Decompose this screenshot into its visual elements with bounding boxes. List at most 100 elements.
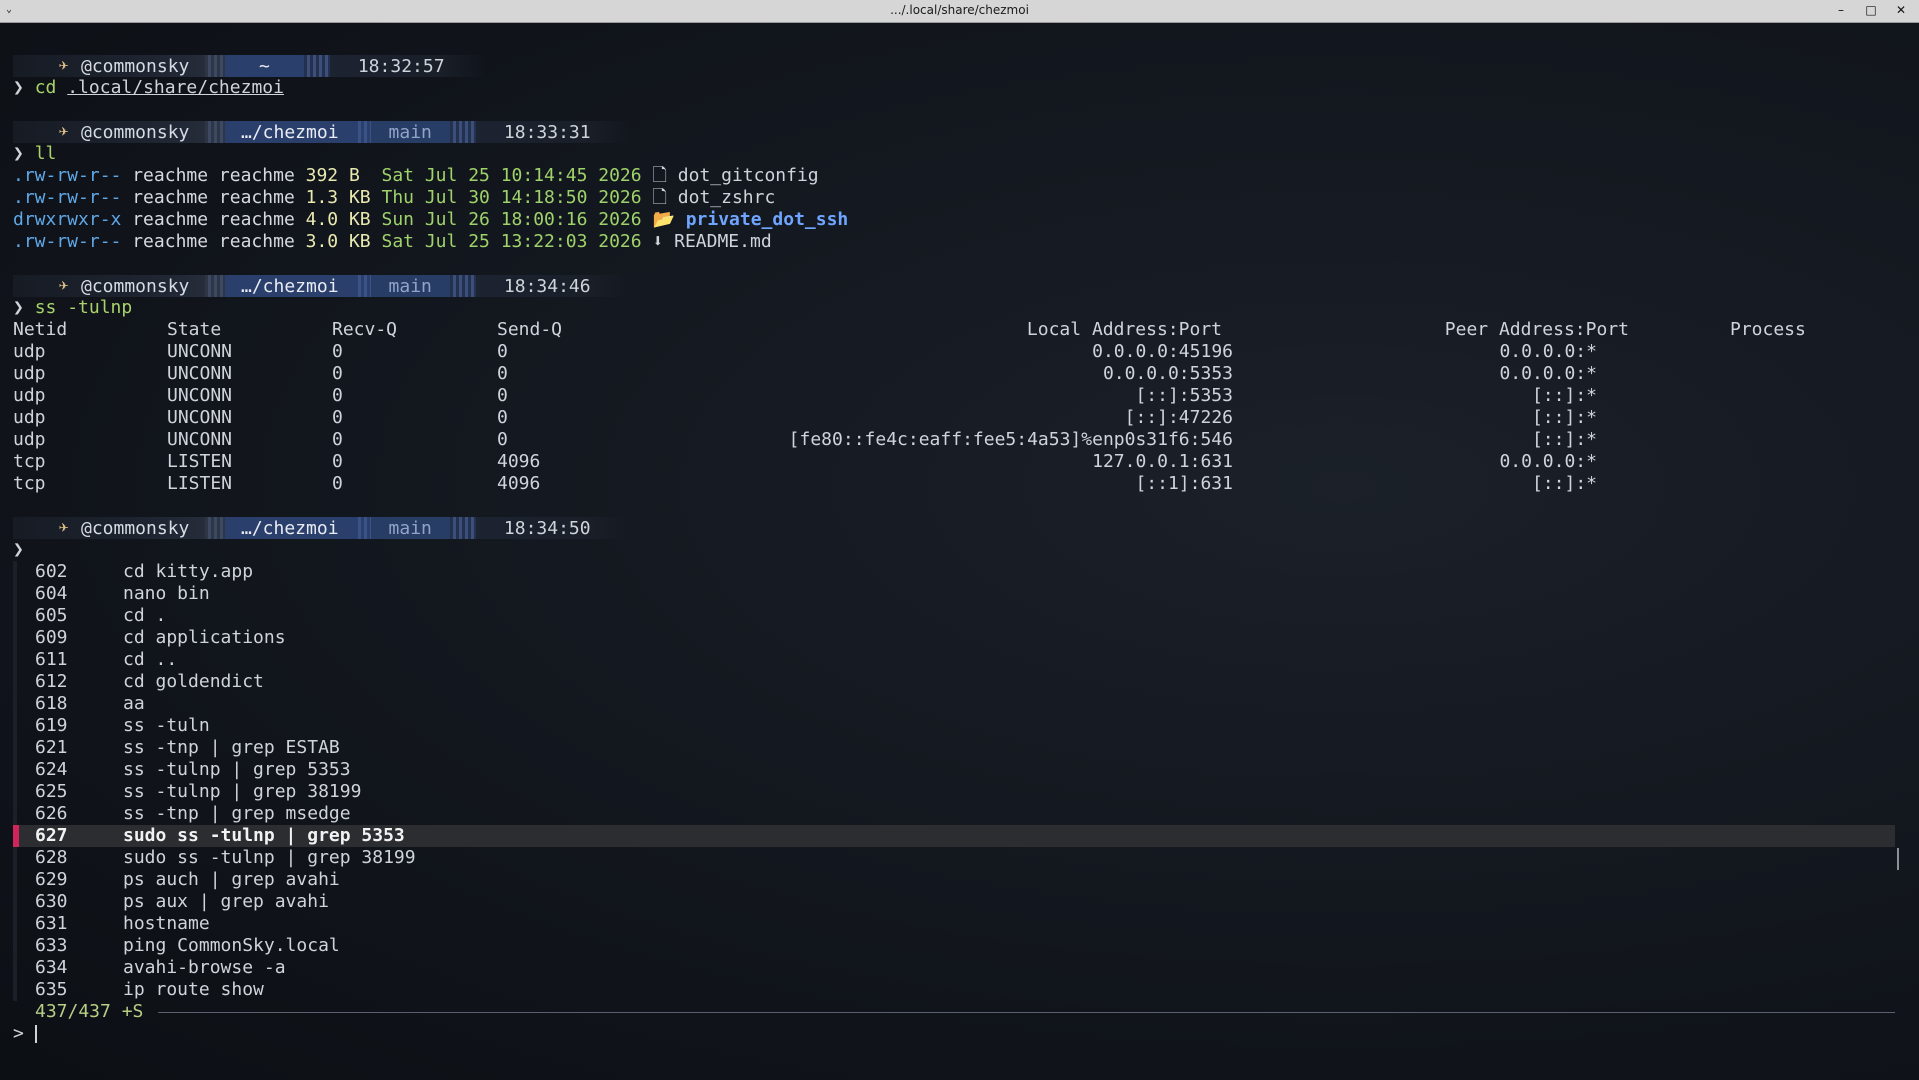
history-item[interactable]: 626 ss -tnp | grep msedge	[35, 803, 351, 825]
command-line: ❯ ll	[13, 143, 56, 165]
history-item[interactable]: 609 cd applications	[35, 627, 286, 649]
prompt-separator	[354, 275, 371, 297]
prompt-separator	[205, 55, 225, 77]
maximize-icon[interactable]: □	[1857, 1, 1885, 19]
ss-header-cell: Recv-Q	[332, 319, 398, 340]
ss-cell: [::]:*	[1531, 429, 1597, 450]
ss-cell: UNCONN	[167, 363, 233, 384]
history-command: avahi-browse -a	[123, 957, 286, 978]
file-permissions: .rw-rw-r--	[13, 187, 122, 208]
prompt-username: @commonsky	[81, 517, 190, 539]
ss-cell: 0	[332, 407, 343, 428]
ss-cell: 0	[497, 341, 508, 362]
history-match-counter: 437/437 +S	[35, 1001, 144, 1022]
history-item[interactable]: 619 ss -tuln	[35, 715, 210, 737]
close-icon[interactable]: ✕	[1887, 1, 1915, 19]
ss-cell: [::1]:631	[1135, 473, 1233, 494]
file-icon: 🗋	[652, 165, 667, 186]
file-group: reachme	[218, 209, 295, 230]
history-item[interactable]: 633 ping CommonSky.local	[35, 935, 340, 957]
ss-cell: 0.0.0.0:5353	[1102, 363, 1233, 384]
prompt-user-segment: ✈ @commonsky	[13, 55, 205, 77]
ss-header-cell: Send-Q	[497, 319, 563, 340]
history-item[interactable]: 628 sudo ss -tulnp | grep 38199	[35, 847, 416, 869]
download-icon: ⬇	[652, 231, 664, 252]
file-owner: reachme	[132, 209, 209, 230]
ss-table-row: udp UNCONN 0 0 [::]:47226 [::]:*	[0, 407, 1900, 429]
history-item[interactable]: 629 ps auch | grep avahi	[35, 869, 340, 891]
file-date: Sat Jul 25 13:22:03 2026	[381, 231, 642, 252]
history-item[interactable]: 621 ss -tnp | grep ESTAB	[35, 737, 340, 759]
history-command: ip route show	[123, 979, 264, 1000]
history-item[interactable]: 611 cd ..	[35, 649, 177, 671]
prompt-directory: …/chezmoi	[225, 517, 355, 539]
file-name[interactable]: README.md	[674, 231, 772, 252]
ss-table-row: udp UNCONN 0 0 0.0.0.0:45196 0.0.0.0:*	[0, 341, 1900, 363]
ss-cell: 127.0.0.1:631	[1092, 451, 1233, 472]
minimize-icon[interactable]: –	[1827, 1, 1855, 19]
history-command: cd goldendict	[123, 671, 264, 692]
prompt-arrow: ❯	[13, 77, 35, 98]
history-item[interactable]: 625 ss -tulnp | grep 38199	[35, 781, 361, 803]
history-item[interactable]: 604 nano bin	[35, 583, 210, 605]
ss-cell: 0	[332, 473, 343, 494]
ss-cell: 4096	[497, 473, 541, 494]
file-name[interactable]: private_dot_ssh	[686, 209, 849, 230]
history-number: 629	[35, 869, 68, 890]
history-item[interactable]: 627 sudo ss -tulnp | grep 5353	[35, 825, 405, 847]
file-name[interactable]: dot_zshrc	[678, 187, 776, 208]
history-item[interactable]: 631 hostname	[35, 913, 210, 935]
ss-cell: 0.0.0.0:*	[1499, 341, 1597, 362]
ss-table-row: udp UNCONN 0 0 0.0.0.0:5353 0.0.0.0:*	[0, 363, 1900, 385]
history-item[interactable]: 635 ip route show	[35, 979, 264, 1001]
history-gutter	[13, 561, 17, 1001]
file-listing-row: .rw-rw-r-- reachme reachme 3.0 KB Sat Ju…	[13, 231, 772, 253]
text-cursor	[34, 1025, 37, 1043]
history-command: cd ..	[123, 649, 178, 670]
file-date: Thu Jul 30 14:18:50 2026	[381, 187, 642, 208]
ss-cell: LISTEN	[167, 473, 233, 494]
history-item[interactable]: 602 cd kitty.app	[35, 561, 253, 583]
ss-header-cell: Local Address:Port	[1026, 319, 1222, 340]
prompt-directory: ~	[225, 55, 304, 77]
ss-cell: LISTEN	[167, 451, 233, 472]
ss-cell: [fe80::fe4c:eaff:fee5:4a53]%enp0s31f6:54…	[788, 429, 1233, 450]
ss-cell: 0	[332, 451, 343, 472]
history-item[interactable]: 612 cd goldendict	[35, 671, 264, 693]
prompt-time: 18:33:31	[475, 121, 631, 143]
history-item[interactable]: 605 cd .	[35, 605, 166, 627]
ss-cell: [::]:*	[1531, 473, 1597, 494]
prompt-git-branch: main	[370, 517, 450, 539]
history-item[interactable]: 634 avahi-browse -a	[35, 957, 286, 979]
history-number: 626	[35, 803, 68, 824]
prompt-user-segment: ✈ @commonsky	[13, 121, 205, 143]
folder-icon: 📂	[652, 209, 675, 230]
history-command: nano bin	[123, 583, 210, 604]
history-number: 621	[35, 737, 68, 758]
history-command: cd .	[123, 605, 167, 626]
rocket-icon: ✈	[59, 275, 69, 294]
ss-table-header: Netid State Recv-Q Send-Q Local Address:Port…	[0, 319, 1900, 341]
history-search-prompt[interactable]: >	[13, 1023, 37, 1045]
history-number: 630	[35, 891, 68, 912]
file-name[interactable]: dot_gitconfig	[678, 165, 819, 186]
prompt-git-branch: main	[370, 275, 450, 297]
history-number: 618	[35, 693, 68, 714]
command-name: ss -tulnp	[34, 297, 133, 318]
history-command: ping CommonSky.local	[123, 935, 340, 956]
file-date: Sat Jul 25 10:14:45 2026	[381, 165, 642, 186]
history-number: 602	[35, 561, 68, 582]
history-number: 604	[35, 583, 68, 604]
prompt-separator	[303, 55, 330, 77]
ss-header-cell: Process	[1730, 319, 1806, 340]
file-size: 3.0 KB	[305, 231, 371, 252]
history-item[interactable]: 618 aa	[35, 693, 145, 715]
history-item[interactable]: 630 ps aux | grep avahi	[35, 891, 329, 913]
history-item[interactable]: 624 ss -tulnp | grep 5353	[35, 759, 351, 781]
prompt-separator	[205, 275, 225, 297]
history-scrollbar[interactable]	[1897, 848, 1899, 870]
ss-cell: UNCONN	[167, 385, 233, 406]
ss-table-row: udp UNCONN 0 0 [fe80::fe4c:eaff:fee5:4a53]%e…	[0, 429, 1900, 451]
ss-cell: UNCONN	[167, 341, 233, 362]
ss-table-row: udp UNCONN 0 0 [::]:5353 [::]:*	[0, 385, 1900, 407]
